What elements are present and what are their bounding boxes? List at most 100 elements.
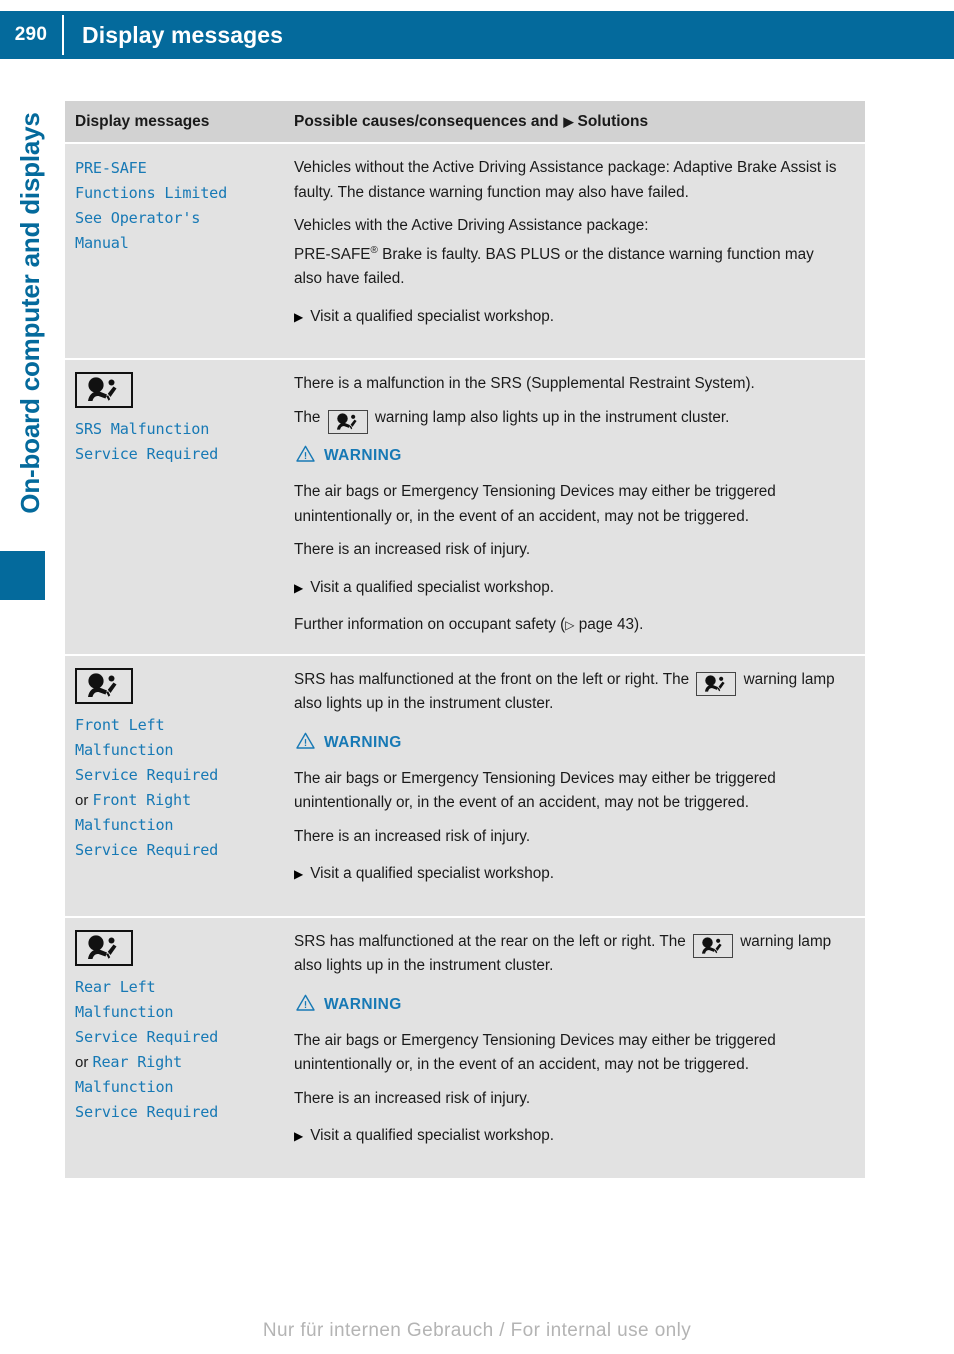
message-cell-rear-malfunction: Rear Left Malfunction Service Required o… <box>65 917 278 1178</box>
solution-text: Visit a qualified specialist workshop. <box>310 1127 554 1145</box>
warning-label: WARNING <box>324 995 402 1013</box>
table-header-row: Display messages Possible causes/consequ… <box>65 101 865 142</box>
solution-cell-front-malfunction: SRS has malfunctioned at the front on th… <box>278 655 865 916</box>
table-row: Front Left Malfunction Service Required … <box>65 655 865 916</box>
page-number: 290 <box>14 24 48 45</box>
table-row: Rear Left Malfunction Service Required o… <box>65 917 865 1178</box>
message-line: PRE-SAFE <box>75 159 147 177</box>
solution-cell-pre-safe: Vehicles without the Active Driving Assi… <box>278 144 865 359</box>
message-line: Service Required <box>75 445 219 464</box>
message-line-alt: Rear Right <box>92 1052 183 1071</box>
registered-trademark-icon: ® <box>370 244 378 256</box>
warning-paragraph: The air bags or Emergency Tensioning Dev… <box>294 769 776 812</box>
message-code-text: PRE-SAFE Functions Limited See Operator'… <box>75 156 270 256</box>
column-header-solutions-suffix: Solutions <box>577 113 649 130</box>
column-header-display-messages: Display messages <box>65 101 278 142</box>
solution-text: Visit a qualified specialist workshop. <box>310 865 554 883</box>
solution-item: ▶ Visit a qualified specialist workshop. <box>294 862 843 887</box>
lamp-sentence-after: warning lamp also lights up in the instr… <box>374 408 730 426</box>
column-header-solutions-text: Possible causes/consequences and <box>294 113 559 130</box>
cause-paragraph-presafe: PRE-SAFE® Brake is faulty. BAS PLUS or t… <box>294 239 843 292</box>
solution-arrow-icon: ▶ <box>294 580 304 595</box>
solutions-arrow-icon: ▶ <box>563 114 574 129</box>
solution-arrow-icon: ▶ <box>294 867 304 882</box>
message-line: Front Left <box>75 715 165 734</box>
warning-heading: WARNING <box>296 732 843 754</box>
further-info-after: page 43). <box>574 616 644 634</box>
airbag-srs-icon <box>696 671 737 696</box>
message-line: Rear Left <box>75 977 156 996</box>
solution-item: ▶ Visit a qualified specialist workshop. <box>294 305 843 330</box>
solution-item: ▶ Visit a qualified specialist workshop. <box>294 576 843 601</box>
message-line: Malfunction <box>75 1002 174 1021</box>
solution-cell-srs-malfunction: There is a malfunction in the SRS (Suppl… <box>278 360 865 654</box>
warning-triangle-icon <box>296 445 315 467</box>
message-line-conjunction: or <box>75 1053 93 1071</box>
lamp-sentence: SRS has malfunctioned at the rear on the… <box>294 930 843 979</box>
warning-paragraph: There is an increased risk of injury. <box>294 1089 531 1107</box>
airbag-srs-icon-wrapper <box>75 929 270 966</box>
message-line-or: or Front Right <box>75 788 270 813</box>
lamp-sentence: The warning lamp also lights up in the i… <box>294 406 843 434</box>
message-code-text: SRS Malfunction Service Required <box>75 417 270 467</box>
cause-paragraph: Vehicles without the Active Driving Assi… <box>294 159 837 201</box>
message-line: Service Required <box>75 765 219 784</box>
warning-heading: WARNING <box>296 445 843 467</box>
page-title: Display messages <box>82 21 284 48</box>
warning-paragraph: The air bags or Emergency Tensioning Dev… <box>294 1031 776 1074</box>
footer-internal-use-note: Nur für internen Gebrauch / For internal… <box>262 1320 692 1341</box>
warning-triangle-icon <box>296 994 315 1016</box>
message-cell-front-malfunction: Front Left Malfunction Service Required … <box>65 655 278 916</box>
airbag-srs-icon <box>327 409 368 434</box>
warning-heading: WARNING <box>296 994 843 1016</box>
cause-paragraph: There is a malfunction in the SRS (Suppl… <box>294 375 755 393</box>
message-line: Service Required <box>75 840 219 859</box>
message-line: Malfunction <box>75 815 174 834</box>
table-row: PRE-SAFE Functions Limited See Operator'… <box>65 144 865 359</box>
solution-cell-rear-malfunction: SRS has malfunctioned at the rear on the… <box>278 917 865 1178</box>
solution-arrow-icon: ▶ <box>294 309 304 324</box>
airbag-srs-icon-wrapper <box>75 667 270 704</box>
warning-label: WARNING <box>324 733 402 751</box>
cause-paragraph: Vehicles with the Active Driving Assista… <box>294 217 649 234</box>
message-code-text: Rear Left Malfunction Service Required o… <box>75 975 270 1125</box>
further-info-paragraph: Further information on occupant safety (… <box>294 613 843 638</box>
message-line: Functions Limited <box>75 184 228 202</box>
airbag-srs-icon <box>75 372 133 409</box>
chapter-tab-marker <box>0 551 45 600</box>
further-info-before: Further information on occupant safety ( <box>294 616 566 634</box>
presafe-brand-text: PRE-SAFE <box>294 245 371 263</box>
page-header-bar: 290 Display messages <box>0 11 954 59</box>
solution-arrow-icon: ▶ <box>294 1129 304 1144</box>
airbag-srs-icon <box>692 933 733 958</box>
lamp-sentence-before: SRS has malfunctioned at the rear on the… <box>294 932 686 950</box>
airbag-srs-icon <box>75 667 133 704</box>
warning-paragraph: There is an increased risk of injury. <box>294 541 531 559</box>
warning-paragraph: There is an increased risk of injury. <box>294 827 531 845</box>
message-line: SRS Malfunction <box>75 420 210 439</box>
warning-label: WARNING <box>324 447 402 465</box>
warning-triangle-icon <box>296 732 315 754</box>
chapter-title-vertical: On-board computer and displays <box>15 112 45 514</box>
warning-paragraph: The air bags or Emergency Tensioning Dev… <box>294 483 776 525</box>
message-cell-srs-malfunction: SRS Malfunction Service Required <box>65 360 278 654</box>
lamp-sentence-before: The <box>294 408 321 426</box>
message-line: See Operator's <box>75 209 201 227</box>
airbag-srs-icon-wrapper <box>75 372 270 409</box>
lamp-sentence: SRS has malfunctioned at the front on th… <box>294 668 843 717</box>
solution-item: ▶ Visit a qualified specialist workshop. <box>294 1124 843 1149</box>
message-line: Malfunction <box>75 740 174 759</box>
message-line: Manual <box>75 234 129 252</box>
message-line: Service Required <box>75 1102 219 1121</box>
message-line: Service Required <box>75 1027 219 1046</box>
message-code-text: Front Left Malfunction Service Required … <box>75 713 270 863</box>
solution-text: Visit a qualified specialist workshop. <box>310 307 554 325</box>
solution-text: Visit a qualified specialist workshop. <box>310 578 554 596</box>
display-messages-table: Display messages Possible causes/consequ… <box>65 99 865 1180</box>
airbag-srs-icon <box>75 929 133 966</box>
message-cell-pre-safe: PRE-SAFE Functions Limited See Operator'… <box>65 144 278 359</box>
lamp-sentence-before: SRS has malfunctioned at the front on th… <box>294 670 690 688</box>
message-line-conjunction: or <box>75 791 93 809</box>
message-line: Malfunction <box>75 1077 174 1096</box>
table-row: SRS Malfunction Service Required There i… <box>65 360 865 654</box>
